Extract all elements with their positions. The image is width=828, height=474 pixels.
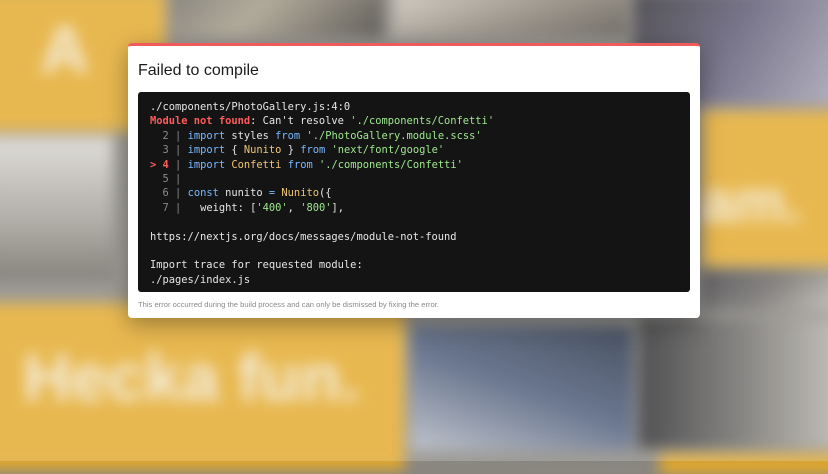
code-token: import xyxy=(187,158,226,171)
error-file-location[interactable]: ./components/PhotoGallery.js:4:0 xyxy=(150,100,680,114)
gutter-separator: | xyxy=(168,158,188,171)
gutter-separator: | xyxy=(168,144,188,157)
code-token: Nunito xyxy=(281,187,319,200)
dialog-footer-note: This error occurred during the build pro… xyxy=(138,300,439,309)
code-snippet: 2 | import styles from './PhotoGallery.m… xyxy=(150,129,680,215)
error-path: './components/Confetti' xyxy=(350,115,495,128)
code-token: , xyxy=(287,201,301,214)
code-token: weight: [ xyxy=(187,201,257,214)
gutter-space xyxy=(150,202,163,214)
code-token: styles xyxy=(225,129,276,142)
code-token: ({ xyxy=(318,187,332,200)
gutter-separator: | xyxy=(168,129,188,142)
code-line: 5 | xyxy=(150,172,680,186)
dialog-title: Failed to compile xyxy=(138,62,259,79)
code-token: const xyxy=(187,187,219,200)
gutter-space xyxy=(150,130,163,142)
code-token: '400' xyxy=(256,201,288,214)
error-message-line: Module not found: Can't resolve './compo… xyxy=(150,114,680,128)
code-token: import xyxy=(187,129,226,142)
code-line: 6 | const nunito = Nunito({ xyxy=(150,186,680,200)
code-token: import xyxy=(187,144,226,157)
code-line: 7 | weight: ['400', '800'], xyxy=(150,201,680,215)
code-token: Nunito xyxy=(243,144,282,157)
code-token: './components/Confetti' xyxy=(318,158,463,171)
code-line: > 4 | import Confetti from './components… xyxy=(150,158,680,172)
code-token: Confetti xyxy=(231,158,282,171)
code-token: from xyxy=(300,144,326,157)
code-token: { xyxy=(225,144,244,157)
code-token: ], xyxy=(331,201,344,214)
error-message: : Can't resolve xyxy=(250,115,351,128)
import-trace-file[interactable]: ./pages/index.js xyxy=(150,273,680,287)
error-line-marker: > xyxy=(150,158,163,171)
code-token: './PhotoGallery.module.scss' xyxy=(306,129,482,142)
code-token: '800' xyxy=(300,201,332,214)
error-code-frame: ./components/PhotoGallery.js:4:0 Module … xyxy=(138,92,690,292)
gutter-separator: | xyxy=(168,187,188,200)
gutter-space xyxy=(150,173,163,185)
code-token: 'next/font/google' xyxy=(331,144,445,157)
import-trace-label: Import trace for requested module: xyxy=(150,259,363,272)
code-token: from xyxy=(287,158,313,171)
docs-link[interactable]: https://nextjs.org/docs/messages/module-… xyxy=(150,230,680,244)
error-label: Module not found xyxy=(150,115,251,128)
gutter-space xyxy=(150,187,163,199)
gutter-space xyxy=(150,144,163,156)
code-line: 3 | import { Nunito } from 'next/font/go… xyxy=(150,143,680,157)
gutter-separator: | xyxy=(168,172,188,185)
build-error-dialog: Failed to compile ./components/PhotoGall… xyxy=(128,43,700,318)
code-line: 2 | import styles from './PhotoGallery.m… xyxy=(150,129,680,143)
gutter-separator: | xyxy=(168,201,188,214)
code-token: } xyxy=(281,144,301,157)
code-token: from xyxy=(275,129,301,142)
code-token: nunito xyxy=(218,187,269,200)
